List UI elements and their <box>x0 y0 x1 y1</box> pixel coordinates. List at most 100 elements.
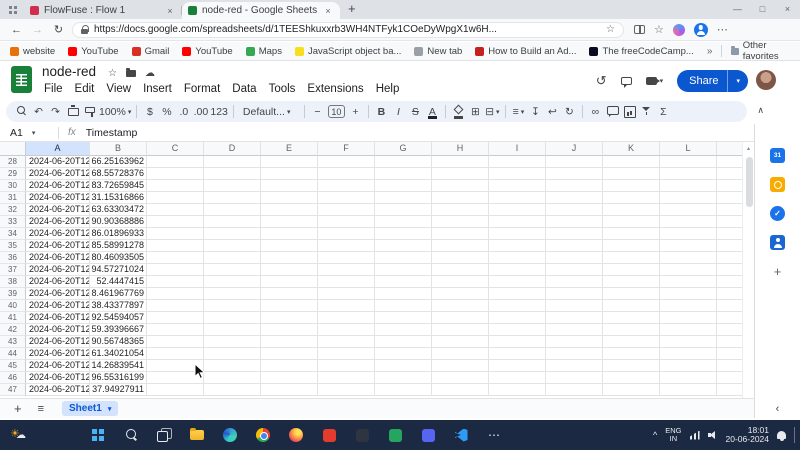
cell-empty[interactable] <box>546 324 603 336</box>
cell-empty[interactable] <box>261 240 318 252</box>
cell-empty[interactable] <box>432 180 489 192</box>
menu-item[interactable]: Format <box>178 82 226 96</box>
cell-empty[interactable] <box>204 216 261 228</box>
cell-empty[interactable] <box>546 228 603 240</box>
cell-empty[interactable] <box>603 240 660 252</box>
cell-empty[interactable] <box>717 168 742 180</box>
cell-empty[interactable] <box>261 300 318 312</box>
bookmark-item[interactable]: YouTube <box>182 46 232 57</box>
cell-empty[interactable] <box>603 156 660 168</box>
cell-empty[interactable] <box>546 192 603 204</box>
cell-empty[interactable] <box>432 240 489 252</box>
cell-empty[interactable] <box>603 300 660 312</box>
row-header[interactable]: 38 <box>0 276 26 288</box>
functions-icon[interactable]: Σ <box>655 103 672 121</box>
cell-empty[interactable] <box>318 276 375 288</box>
cell-empty[interactable] <box>489 216 546 228</box>
cell-empty[interactable] <box>717 300 742 312</box>
column-header[interactable]: K <box>603 142 660 156</box>
cell-empty[interactable] <box>489 300 546 312</box>
cell-empty[interactable] <box>204 252 261 264</box>
cell-empty[interactable] <box>147 288 204 300</box>
sheets-logo-icon[interactable] <box>11 66 32 93</box>
cell-empty[interactable] <box>375 312 432 324</box>
cell-empty[interactable] <box>204 240 261 252</box>
new-tab-button[interactable]: + <box>348 1 356 16</box>
increase-decimal-icon[interactable]: .00 <box>192 103 209 121</box>
row-header[interactable]: 31 <box>0 192 26 204</box>
cell-empty[interactable] <box>318 156 375 168</box>
cell-empty[interactable] <box>261 372 318 384</box>
url-text[interactable]: https://docs.google.com/spreadsheets/d/1… <box>94 24 606 35</box>
cell-empty[interactable] <box>318 348 375 360</box>
cell-empty[interactable] <box>660 336 717 348</box>
add-sheet-button[interactable]: + <box>14 401 22 416</box>
cell-empty[interactable] <box>432 312 489 324</box>
cell-empty[interactable] <box>717 336 742 348</box>
scroll-up-icon[interactable]: ▴ <box>743 145 754 152</box>
cell-empty[interactable] <box>147 312 204 324</box>
decrease-font-size-icon[interactable]: − <box>309 103 326 121</box>
cell-value[interactable]: 63.63303472 <box>90 204 147 216</box>
column-header[interactable]: G <box>375 142 432 156</box>
browser-tab[interactable]: FlowFuse : Flow 1 × <box>24 2 182 19</box>
cell-empty[interactable] <box>603 324 660 336</box>
insert-chart-icon[interactable] <box>621 103 638 121</box>
cell-empty[interactable] <box>717 156 742 168</box>
close-button[interactable]: × <box>775 0 800 19</box>
cell-empty[interactable] <box>603 204 660 216</box>
cell-empty[interactable] <box>489 276 546 288</box>
row-header[interactable]: 40 <box>0 300 26 312</box>
row-header[interactable]: 37 <box>0 264 26 276</box>
cell-empty[interactable] <box>660 252 717 264</box>
cell-empty[interactable] <box>717 372 742 384</box>
number-format-icon[interactable]: 123 <box>209 103 229 121</box>
cell-value[interactable]: 31.15316866 <box>90 192 147 204</box>
row-header[interactable]: 29 <box>0 168 26 180</box>
cell-empty[interactable] <box>660 360 717 372</box>
cell-empty[interactable] <box>717 180 742 192</box>
cell-empty[interactable] <box>717 324 742 336</box>
cell-empty[interactable] <box>489 204 546 216</box>
cell-empty[interactable] <box>147 324 204 336</box>
cell-empty[interactable] <box>318 360 375 372</box>
widgets-weather-icon[interactable]: ☀ ☁ <box>8 425 36 445</box>
cell-empty[interactable] <box>147 204 204 216</box>
redo-icon[interactable]: ↷ <box>47 103 64 121</box>
row-header[interactable]: 28 <box>0 156 26 168</box>
cell-empty[interactable] <box>660 228 717 240</box>
row-header[interactable]: 39 <box>0 288 26 300</box>
cell-timestamp[interactable]: 2024-06-20T12: <box>26 156 90 168</box>
cell-timestamp[interactable]: 2024-06-20T12: <box>26 168 90 180</box>
cell-empty[interactable] <box>489 384 546 396</box>
cell-value[interactable]: 68.55728376 <box>90 168 147 180</box>
cell-empty[interactable] <box>717 204 742 216</box>
cell-empty[interactable] <box>546 288 603 300</box>
cell-value[interactable]: 86.01896933 <box>90 228 147 240</box>
cell-empty[interactable] <box>204 192 261 204</box>
cell-value[interactable]: 94.57271024 <box>90 264 147 276</box>
cell-empty[interactable] <box>603 312 660 324</box>
cell-empty[interactable] <box>147 240 204 252</box>
cell-empty[interactable] <box>546 180 603 192</box>
tab-close-icon[interactable]: × <box>164 6 176 16</box>
more-apps-icon[interactable]: ⋯ <box>482 423 506 447</box>
cell-empty[interactable] <box>204 204 261 216</box>
cell-empty[interactable] <box>432 360 489 372</box>
favorites-icon[interactable]: ☆ <box>654 23 664 36</box>
chrome-icon[interactable] <box>251 423 275 447</box>
increase-font-size-icon[interactable]: + <box>347 103 364 121</box>
cell-timestamp[interactable]: 2024-06-20T12: <box>26 204 90 216</box>
row-header[interactable]: 46 <box>0 372 26 384</box>
cell-empty[interactable] <box>717 312 742 324</box>
cell-empty[interactable] <box>318 336 375 348</box>
cell-empty[interactable] <box>489 360 546 372</box>
cell-empty[interactable] <box>318 300 375 312</box>
cell-empty[interactable] <box>489 348 546 360</box>
cell-empty[interactable] <box>432 384 489 396</box>
cell-empty[interactable] <box>603 288 660 300</box>
lock-icon[interactable] <box>81 25 88 34</box>
bold-icon[interactable]: B <box>373 103 390 121</box>
bookmark-item[interactable]: How to Build an Ad... <box>475 46 576 57</box>
cell-value[interactable]: 14.26839541 <box>90 360 147 372</box>
